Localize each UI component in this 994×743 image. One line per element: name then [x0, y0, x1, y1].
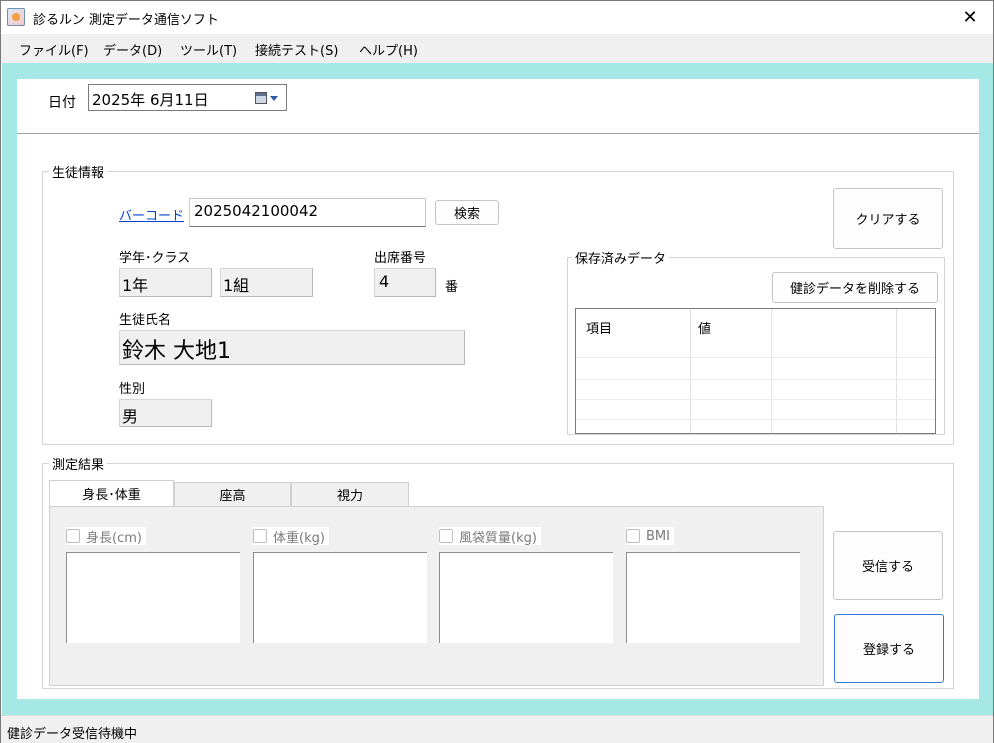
client-area: 日付 2025年 6月11日 生徒情報 バーコード 2025042100042 … — [2, 63, 993, 715]
bmi-values-list[interactable] — [626, 552, 800, 643]
grid-row-divider — [576, 357, 935, 358]
tab-sitting-height[interactable]: 座高 — [174, 482, 291, 506]
weight-checkbox[interactable] — [253, 529, 267, 543]
app-icon — [7, 8, 25, 26]
delete-health-data-button[interactable]: 健診データを削除する — [772, 272, 938, 303]
close-button[interactable]: ✕ — [947, 1, 993, 34]
app-window: 診るルン 測定データ通信ソフト ✕ ファイル(F) データ(D) ツール(T) … — [0, 0, 994, 743]
tab-panel: 身長(cm) 体重(kg) 風袋質量(kg) BMI — [49, 506, 824, 686]
barcode-input[interactable]: 2025042100042 — [189, 198, 426, 227]
clear-button[interactable]: クリアする — [833, 188, 943, 249]
name-label: 生徒氏名 — [119, 313, 172, 328]
attendance-field: 4 — [374, 268, 436, 297]
height-checkbox[interactable] — [66, 529, 80, 543]
measurement-group: 測定結果 身長･体重 座高 視力 身長(cm) 体重(kg) 風袋質量(kg) … — [42, 454, 954, 689]
bmi-checkbox[interactable] — [626, 529, 640, 543]
receive-button[interactable]: 受信する — [833, 531, 943, 600]
tare-checkbox-label: 風袋質量(kg) — [459, 530, 537, 546]
grid-row-divider — [576, 419, 935, 420]
name-field: 鈴木 大地1 — [119, 330, 465, 365]
weight-checkbox-label: 体重(kg) — [273, 530, 325, 546]
grid-column-divider — [896, 309, 897, 433]
menu-help[interactable]: ヘルプ(H) — [359, 40, 418, 59]
grade-field: 1年 — [119, 268, 212, 297]
height-checkbox-label: 身長(cm) — [86, 530, 142, 546]
tab-height-weight[interactable]: 身長･体重 — [49, 480, 174, 506]
weight-checkbox-wrap[interactable]: 体重(kg) — [253, 527, 329, 546]
height-values-list[interactable] — [66, 552, 240, 643]
menu-connection-test[interactable]: 接続テスト(S) — [255, 40, 338, 59]
student-info-group: 生徒情報 バーコード 2025042100042 検索 学年･クラス 1年 1組… — [42, 162, 954, 445]
divider — [17, 133, 979, 134]
calendar-icon — [255, 92, 267, 104]
weight-values-list[interactable] — [253, 552, 427, 643]
barcode-link[interactable]: バーコード — [119, 205, 184, 224]
close-icon: ✕ — [962, 7, 978, 28]
saved-data-title: 保存済みデータ — [572, 248, 670, 267]
date-picker[interactable]: 2025年 6月11日 — [88, 84, 287, 111]
window-title: 診るルン 測定データ通信ソフト — [33, 13, 219, 28]
tare-checkbox[interactable] — [439, 529, 453, 543]
sex-field: 男 — [119, 399, 212, 427]
grade-class-label: 学年･クラス — [119, 251, 191, 266]
date-value: 2025年 6月11日 — [92, 91, 209, 109]
menu-file[interactable]: ファイル(F) — [19, 40, 89, 59]
status-bar: 健診データ受信待機中 — [1, 715, 993, 743]
menu-bar: ファイル(F) データ(D) ツール(T) 接続テスト(S) ヘルプ(H) — [1, 34, 993, 63]
student-info-title: 生徒情報 — [49, 162, 108, 181]
tare-checkbox-wrap[interactable]: 風袋質量(kg) — [439, 527, 541, 546]
grid-column-divider — [690, 309, 691, 433]
search-button[interactable]: 検索 — [435, 200, 499, 225]
grid-header-item: 項目 — [586, 322, 613, 337]
status-text: 健診データ受信待機中 — [7, 727, 138, 742]
grid-header-value: 値 — [698, 322, 712, 337]
bmi-checkbox-label: BMI — [646, 528, 670, 544]
measurement-title: 測定結果 — [49, 454, 108, 473]
tab-vision[interactable]: 視力 — [291, 482, 409, 506]
menu-data[interactable]: データ(D) — [103, 40, 162, 59]
class-field: 1組 — [220, 268, 313, 297]
saved-data-grid[interactable]: 項目 値 — [575, 308, 936, 434]
saved-data-group: 保存済みデータ 健診データを削除する 項目 値 — [567, 248, 945, 435]
chevron-down-icon[interactable] — [270, 96, 278, 101]
bmi-checkbox-wrap[interactable]: BMI — [626, 527, 674, 545]
tare-values-list[interactable] — [439, 552, 613, 643]
attendance-label: 出席番号 — [374, 251, 427, 266]
menu-tools[interactable]: ツール(T) — [180, 40, 237, 59]
height-checkbox-wrap[interactable]: 身長(cm) — [66, 527, 146, 546]
grid-column-divider — [771, 309, 772, 433]
date-label: 日付 — [48, 95, 76, 111]
title-bar: 診るルン 測定データ通信ソフト ✕ — [1, 1, 993, 34]
main-panel: 日付 2025年 6月11日 生徒情報 バーコード 2025042100042 … — [17, 79, 979, 699]
grid-row-divider — [576, 379, 935, 380]
attendance-suffix: 番 — [445, 280, 459, 295]
register-button[interactable]: 登録する — [834, 614, 944, 683]
measurement-tabs: 身長･体重 座高 視力 — [49, 480, 824, 508]
grid-row-divider — [576, 399, 935, 400]
sex-label: 性別 — [119, 382, 146, 397]
